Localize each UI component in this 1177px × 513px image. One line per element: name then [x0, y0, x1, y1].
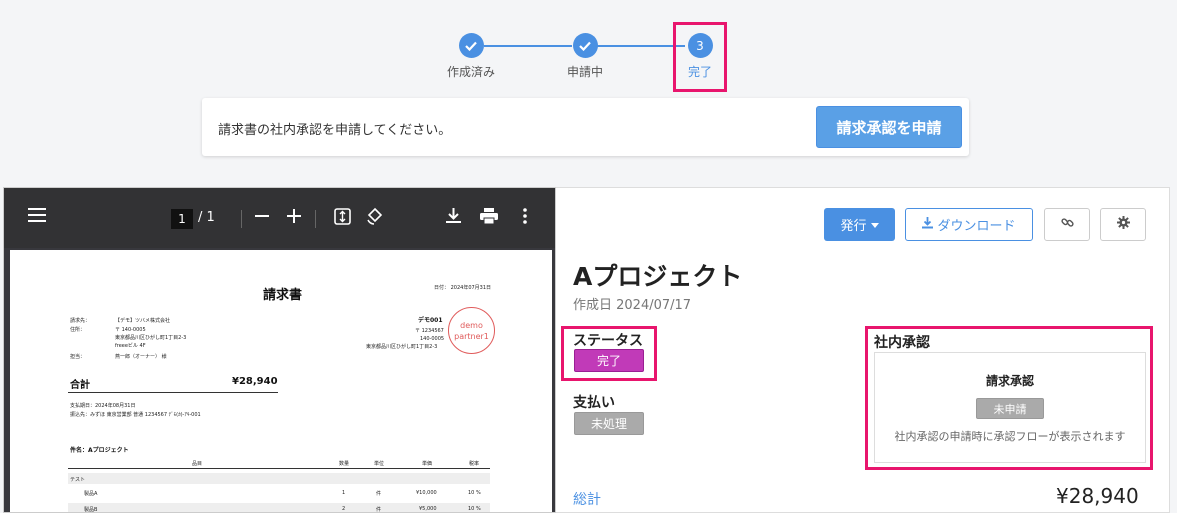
bank-info: 振込先：みずほ 東京営業部 普通 1234567 ﾃﾞﾓ(ｶ)-ｱｷ-001 [70, 412, 201, 418]
zoom-out-icon[interactable] [255, 208, 269, 227]
check-icon [458, 33, 484, 58]
invoice-detail-panel: 発行 ダウンロード Aプロジェクト 作成日 2024/07/17 ステータス 完… [556, 187, 1170, 513]
invoice-total-label: 合計 [70, 380, 90, 391]
company-stamp: demo partner1 [448, 307, 495, 354]
stamp-line: demo [460, 320, 483, 330]
step-label: 作成済み [446, 65, 495, 79]
pdf-viewer: 1 / 1 請求書 日付： 2024年07月31日 請求先： 【デモ】ツバメ株式… [3, 187, 556, 513]
rotate-icon[interactable] [366, 207, 384, 229]
table-cell: 件 [376, 491, 382, 497]
internal-approval-title: 社内承認 [874, 335, 930, 351]
settings-button[interactable] [1100, 208, 1146, 241]
table-header: 数量 [339, 461, 350, 467]
address-line: 東京都品川区ひがし町1丁目2-3 [115, 335, 187, 341]
table-cell: 件 [376, 507, 382, 513]
address-label: 住所： [70, 327, 86, 333]
invoice-total-value: ¥28,940 [232, 376, 278, 387]
more-options-icon[interactable] [523, 208, 527, 228]
contact-value: 燕一郎（オーナー） 様 [115, 354, 167, 360]
table-cell: 2 [342, 506, 346, 512]
table-header: 単位 [374, 461, 385, 467]
approval-card: 請求承認 未申請 社内承認の申請時に承認フローが表示されます [874, 352, 1146, 463]
approval-status-badge: 未申請 [976, 398, 1044, 419]
link-icon [1060, 216, 1074, 233]
print-icon[interactable] [480, 208, 498, 228]
table-cell: テスト [70, 477, 86, 483]
total-underline [68, 392, 278, 393]
grand-total-link[interactable]: 総計 [573, 489, 601, 509]
step-created: 作成済み [431, 33, 511, 80]
gear-icon [1116, 216, 1130, 233]
address-line: 〒 140-0005 [115, 327, 146, 333]
toolbar-divider [315, 210, 316, 228]
contact-label: 担当： [70, 354, 86, 360]
request-approval-button[interactable]: 請求承認を申請 [816, 106, 962, 148]
page-total: / 1 [198, 210, 215, 225]
table-cell: 1 [342, 490, 346, 496]
issue-button[interactable]: 発行 [824, 208, 895, 241]
invoice-project: 件名：Aプロジェクト [70, 447, 129, 454]
invoice-title: 請求書 [263, 288, 303, 303]
table-cell: ¥10,000 [416, 490, 437, 496]
issuer-name: デモ001 [418, 317, 443, 324]
table-cell: 10 % [468, 506, 481, 512]
invoice-date: 日付： 2024年07月31日 [434, 285, 492, 291]
approval-description: 社内承認の申請時に承認フローが表示されます [894, 430, 1126, 443]
issuer-line: 140-0005 [420, 336, 445, 342]
payment-status-badge: 未処理 [574, 412, 644, 435]
approval-card-title: 請求承認 [985, 374, 1034, 388]
status-label: ステータス [573, 333, 643, 349]
project-title: Aプロジェクト [573, 262, 743, 291]
issuer-line: 〒 1234567 [415, 328, 444, 334]
progress-stepper: 作成済み 申請中 3 完了 [0, 0, 1177, 95]
due-date: 支払期日：2024年08月31日 [70, 403, 136, 409]
menu-icon[interactable] [28, 207, 46, 226]
table-cell: 製品B [84, 507, 98, 513]
table-cell: 製品A [84, 491, 98, 497]
table-header: 税率 [469, 461, 480, 467]
step-requesting: 申請中 [545, 33, 625, 80]
created-date: 作成日 2024/07/17 [573, 298, 692, 313]
toolbar-divider [241, 210, 242, 228]
link-button[interactable] [1044, 208, 1090, 241]
zoom-in-icon[interactable] [287, 208, 301, 227]
table-cell: ¥5,000 [419, 506, 437, 512]
highlight-frame [673, 22, 727, 92]
payment-label: 支払い [573, 395, 615, 411]
approval-request-bar: 請求書の社内承認を申請してください。 請求承認を申請 [202, 98, 969, 156]
download-icon[interactable] [446, 207, 461, 228]
caret-down-icon [870, 217, 879, 232]
table-row [68, 473, 490, 484]
stamp-line: partner1 [454, 331, 489, 341]
table-header: 単価 [422, 461, 433, 467]
issue-button-label: 発行 [840, 219, 867, 234]
address-line: freeeビル 4F [115, 343, 146, 349]
step-label: 申請中 [566, 65, 603, 79]
request-message: 請求書の社内承認を申請してください。 [218, 123, 452, 138]
page-number-input[interactable]: 1 [171, 209, 193, 229]
bill-to-value: 【デモ】ツバメ株式会社 [115, 318, 171, 324]
pdf-page: 請求書 日付： 2024年07月31日 請求先： 【デモ】ツバメ株式会社 住所：… [10, 250, 552, 513]
pdf-toolbar: 1 / 1 [4, 188, 555, 248]
grand-total-value: ¥28,940 [1056, 484, 1139, 508]
check-icon [572, 33, 598, 58]
table-cell: 10 % [468, 490, 481, 496]
download-button[interactable]: ダウンロード [905, 208, 1033, 241]
download-icon [922, 216, 934, 233]
fit-page-icon[interactable] [334, 208, 351, 229]
issuer-line: 東京都品川区ひがし町1丁目2-3 [366, 344, 438, 350]
status-badge: 完了 [574, 349, 644, 372]
table-header-line [68, 468, 490, 469]
bill-to-label: 請求先： [70, 318, 91, 324]
table-header: 品目 [192, 461, 203, 467]
download-button-label: ダウンロード [937, 219, 1016, 234]
